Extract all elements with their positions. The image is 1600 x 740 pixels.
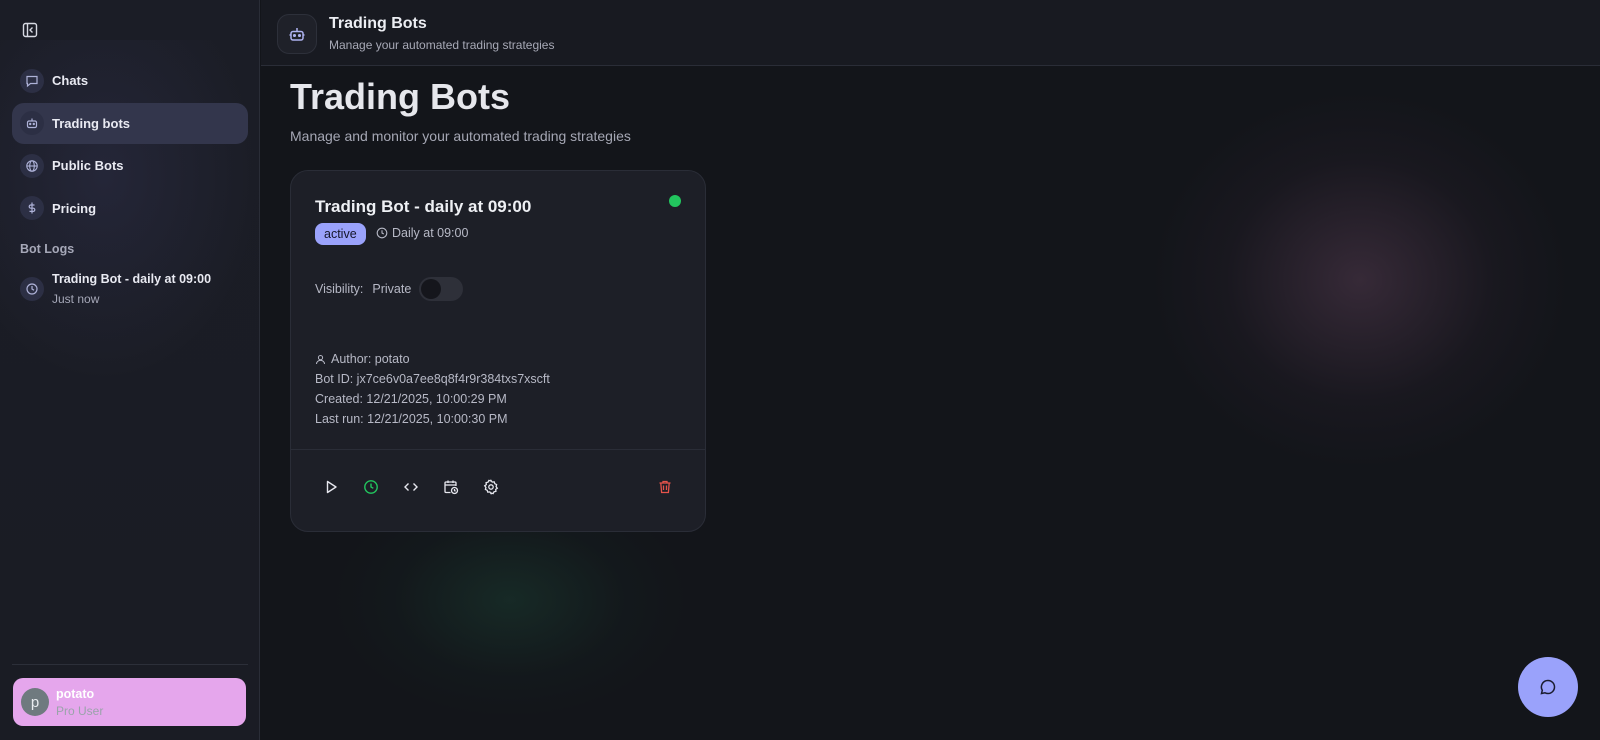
top-header: Trading Bots Manage your automated tradi… — [261, 0, 1600, 66]
visibility-row: Visibility: Private — [315, 277, 464, 301]
code-icon — [404, 483, 418, 491]
meta-last-run: Last run: 12/21/2025, 10:00:30 PM — [315, 412, 508, 426]
author-text: Author: potato — [331, 352, 410, 366]
calendar-clock-icon — [444, 480, 459, 495]
sidebar-nav: Chats Trading bots Public Bots Pricing — [12, 60, 248, 230]
visibility-value: Private — [372, 282, 412, 296]
bot-log-title: Trading Bot - daily at 09:00 — [52, 272, 212, 286]
meta-bot-id: Bot ID: jx7ce6v0a7ee8q8f4r9r384txs7xscft — [315, 372, 550, 386]
settings-button[interactable] — [475, 471, 507, 503]
user-name: potato — [56, 686, 95, 701]
card-divider — [291, 449, 705, 450]
meta-author: Author: potato — [315, 349, 550, 369]
trash-icon — [659, 480, 671, 494]
clock-icon — [376, 227, 388, 239]
bot-icon — [20, 111, 44, 135]
dollar-icon — [20, 196, 44, 220]
sidebar-item-chats[interactable]: Chats — [12, 60, 248, 101]
delete-button[interactable] — [649, 471, 681, 503]
sidebar-item-label: Pricing — [52, 200, 97, 216]
sidebar-toggle-icon[interactable] — [20, 20, 40, 40]
clock-icon — [20, 277, 44, 301]
sidebar-item-public-bots[interactable]: Public Bots — [12, 145, 248, 186]
bot-card-title: Trading Bot - daily at 09:00 — [315, 197, 532, 216]
bot-meta: Author: potato Bot ID: jx7ce6v0a7ee8q8f4… — [315, 349, 550, 429]
schedule-button[interactable] — [355, 471, 387, 503]
sidebar-divider — [12, 664, 248, 665]
avatar: p — [21, 688, 49, 716]
code-button[interactable] — [395, 471, 427, 503]
bot-card: Trading Bot - daily at 09:00 active Dail… — [290, 170, 706, 532]
sidebar-item-pricing[interactable]: Pricing — [12, 188, 248, 229]
sidebar: Chats Trading bots Public Bots Pricing B… — [0, 0, 260, 740]
user-role: Pro User — [56, 703, 104, 718]
user-icon — [316, 354, 325, 364]
bot-log-item[interactable]: Trading Bot - daily at 09:00 Just now — [12, 266, 248, 312]
header-title: Trading Bots — [329, 15, 427, 32]
bot-actions — [315, 471, 681, 503]
sidebar-item-label: Chats — [52, 73, 89, 88]
chat-bubble-icon — [1540, 679, 1556, 695]
run-button[interactable] — [315, 471, 347, 503]
chat-icon — [20, 68, 44, 93]
meta-created: Created: 12/21/2025, 10:00:29 PM — [315, 392, 507, 406]
background-glow-pink — [1150, 90, 1570, 470]
status-indicator-dot — [669, 195, 681, 207]
bot-icon — [277, 14, 317, 54]
clock-icon — [364, 480, 378, 494]
visibility-label: Visibility: — [315, 282, 364, 296]
toggle-knob — [421, 279, 442, 299]
globe-icon — [20, 153, 44, 178]
calendar-schedule-button[interactable] — [435, 471, 467, 503]
page-title: Trading Bots — [290, 76, 511, 117]
play-icon — [326, 480, 337, 494]
schedule-text: Daily at 09:00 — [392, 226, 469, 240]
user-profile-card[interactable]: p potato Pro User — [13, 678, 246, 726]
sidebar-item-label: Public Bots — [52, 158, 124, 173]
sidebar-item-trading-bots[interactable]: Trading bots — [12, 102, 248, 144]
sidebar-item-label: Trading bots — [52, 115, 130, 131]
chat-fab-button[interactable] — [1518, 657, 1578, 717]
page-subtitle: Manage and monitor your automated tradin… — [290, 128, 631, 144]
bot-logs-heading: Bot Logs — [20, 242, 75, 256]
visibility-toggle[interactable] — [419, 277, 464, 301]
header-subtitle: Manage your automated trading strategies — [329, 38, 555, 52]
schedule-info: Daily at 09:00 — [376, 226, 468, 240]
gear-icon — [483, 479, 499, 495]
bot-log-time: Just now — [52, 292, 100, 306]
status-badge: active — [315, 223, 366, 245]
